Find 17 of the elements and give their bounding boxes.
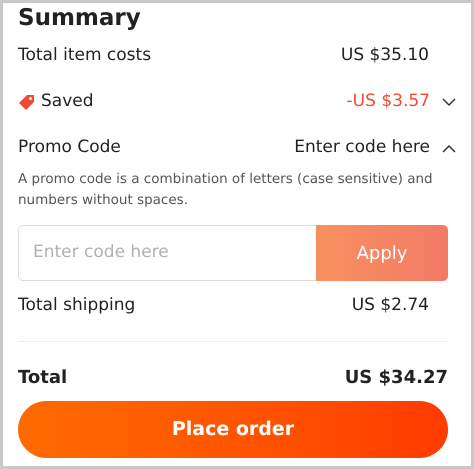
chevron-down-icon[interactable] bbox=[442, 98, 456, 106]
shipping-label: Total shipping bbox=[18, 294, 136, 318]
chevron-up-icon[interactable] bbox=[442, 144, 456, 152]
shipping-value: US $2.74 bbox=[352, 294, 429, 318]
total-label: Total bbox=[18, 366, 68, 390]
item-costs-value: US $35.10 bbox=[340, 44, 429, 68]
saved-value: -US $3.57 bbox=[346, 90, 430, 114]
total-value: US $34.27 bbox=[344, 366, 448, 390]
summary-title: Summary bbox=[18, 4, 142, 33]
item-costs-label: Total item costs bbox=[18, 44, 152, 68]
saved-label: Saved bbox=[41, 90, 94, 114]
promo-description: A promo code is a combination of letters (case sensitive) and numbers without spaces. bbox=[18, 170, 434, 210]
place-order-button[interactable]: Place order bbox=[18, 401, 448, 458]
promo-code-label: Promo Code bbox=[18, 136, 121, 160]
promo-code-value: Enter code here bbox=[294, 136, 430, 160]
tag-icon bbox=[18, 94, 35, 110]
promo-code-input[interactable]: Enter code here bbox=[18, 225, 316, 281]
